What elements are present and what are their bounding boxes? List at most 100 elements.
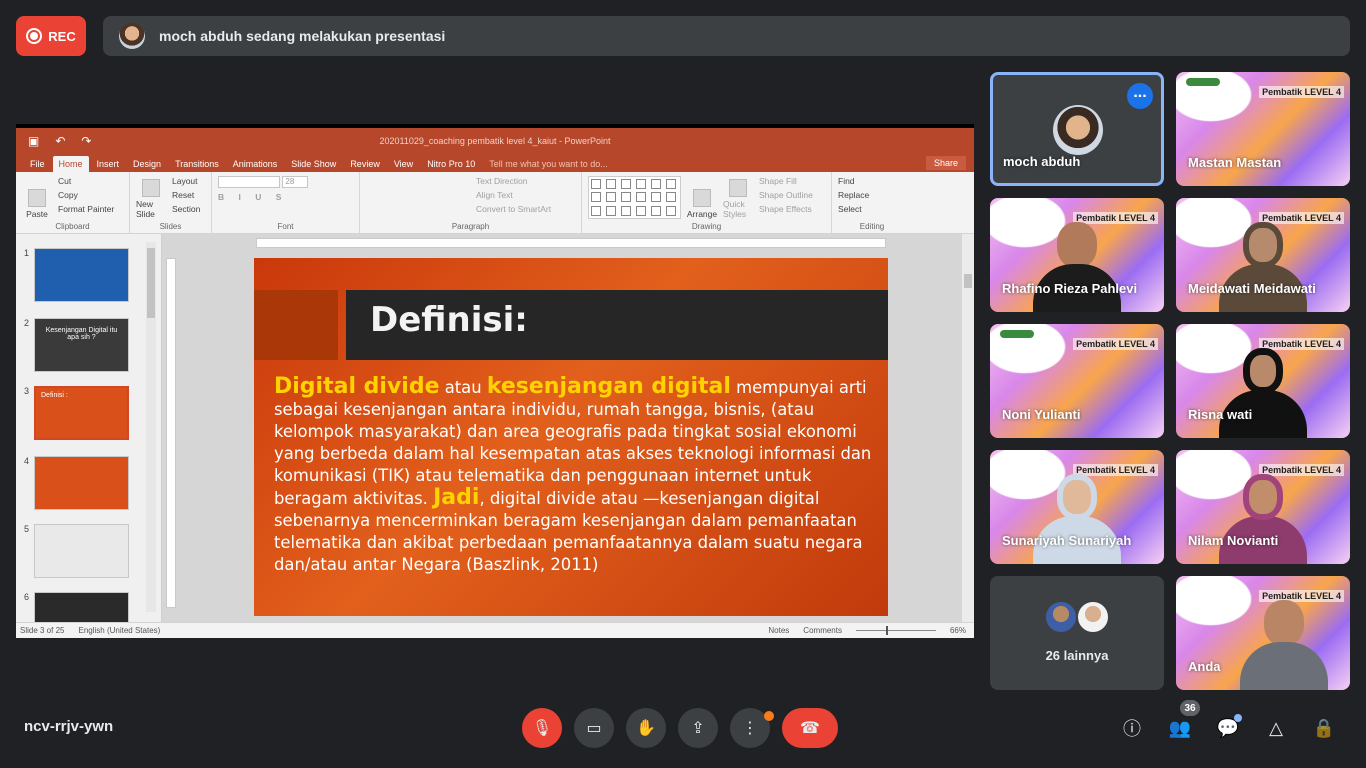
notification-dot (764, 711, 774, 721)
zoom-level: 66% (949, 626, 966, 635)
slide-thumb-3: 3 Definisi : (20, 386, 140, 442)
font-group: 28 B I U S Font (212, 172, 360, 233)
tile-mastan[interactable]: Pembatik LEVEL 4 Mastan Mastan (1176, 72, 1350, 186)
tile-meidawati[interactable]: Pembatik LEVEL 4 Meidawati Meidawati (1176, 198, 1350, 312)
section-label: Section (172, 204, 201, 214)
tab-design: Design (133, 159, 162, 169)
tab-animations: Animations (232, 159, 278, 169)
other-participant-avatar (1044, 600, 1078, 634)
participant-name: Risna wati (1188, 407, 1253, 422)
recording-indicator[interactable]: REC (16, 16, 86, 56)
tab-nitro: Nitro Pro 10 (427, 159, 476, 169)
current-slide: Definisi: Digital divide atau kesenjanga… (254, 258, 888, 616)
tile-self[interactable]: Pembatik LEVEL 4 Anda (1176, 576, 1350, 690)
tile-noni[interactable]: Pembatik LEVEL 4 Noni Yulianti (990, 324, 1164, 438)
slide-thumb-1: 1 (20, 248, 140, 304)
meeting-details-button[interactable]: ⓘ (1118, 714, 1146, 742)
editing-group-label: Editing (859, 222, 885, 231)
tab-home: Home (52, 156, 89, 172)
editing-group: Find Replace Select Editing (832, 172, 912, 233)
language-status: English (United States) (78, 626, 161, 635)
horizontal-ruler (256, 238, 886, 248)
tab-view: View (393, 159, 414, 169)
host-controls-button[interactable]: 🔒 (1310, 714, 1338, 742)
camera-icon: ▭ (586, 720, 602, 737)
record-icon (26, 28, 43, 44)
slides-group: New Slide Layout Reset Section Slides (130, 172, 212, 233)
tab-insert: Insert (96, 159, 120, 169)
participant-count-badge: 36 (1180, 700, 1200, 716)
participant-video (1236, 594, 1332, 690)
copy-label: Copy (58, 190, 78, 200)
banner-logo (1186, 78, 1220, 86)
tab-review: Review (350, 159, 380, 169)
tile-rhafino[interactable]: Pembatik LEVEL 4 Rhafino Rieza Pahlevi (990, 198, 1164, 312)
chat-unread-dot (1234, 714, 1242, 722)
participant-video (1215, 468, 1311, 564)
more-options-icon[interactable]: ... (1127, 83, 1153, 109)
activities-icon: △ (1269, 717, 1283, 738)
present-now-button[interactable]: ⇪ (678, 708, 718, 748)
tile-moch-abduh[interactable]: ... moch abduh (990, 72, 1164, 186)
slide-body: Digital divide atau kesenjangan digital … (274, 374, 872, 575)
banner-text: Pembatik LEVEL 4 (1073, 338, 1158, 350)
raise-hand-button[interactable]: ✋ (626, 708, 666, 748)
align-text-label: Align Text (476, 190, 513, 200)
replace-label: Replace (838, 190, 870, 200)
slide-thumb-2: 2 Kesenjangan Digital itu apa sih ? (20, 318, 140, 374)
paragraph-group-label: Paragraph (451, 222, 490, 231)
new-slide-icon (142, 179, 160, 197)
slide-count: Slide 3 of 25 (20, 626, 65, 635)
font-size-box: 28 (282, 176, 309, 188)
tile-others[interactable]: 26 lainnya (990, 576, 1164, 690)
slide-thumbnails: 1 2 Kesenjangan Digital itu apa sih ? 3 … (16, 234, 162, 622)
banner-logo (1000, 330, 1034, 338)
tab-file: File (30, 159, 45, 169)
font-format-buttons: B I U S (218, 192, 288, 202)
comments-label: Comments (803, 626, 842, 635)
activities-button[interactable]: △ (1262, 714, 1290, 742)
leave-call-button[interactable]: ☎ (782, 708, 838, 748)
mic-toggle-button[interactable]: 🎙 (522, 708, 562, 748)
ppt-ribbon: Paste Cut Copy Format Painter Clipboard … (16, 172, 974, 234)
tile-nilam[interactable]: Pembatik LEVEL 4 Nilam Novianti (1176, 450, 1350, 564)
tab-slideshow: Slide Show (291, 159, 337, 169)
shape-effects-label: Shape Effects (759, 204, 812, 214)
slides-group-label: Slides (159, 222, 182, 231)
vertical-ruler (166, 258, 176, 608)
ppt-titlebar: ▣ ↶ ↷ 202011029_coaching pembatik level … (16, 124, 974, 154)
drawing-group: Arrange Quick Styles Shape Fill Shape Ou… (582, 172, 832, 233)
paste-icon (28, 189, 46, 207)
participant-video (1215, 216, 1311, 312)
present-icon: ⇪ (691, 720, 705, 737)
text-direction-label: Text Direction (476, 176, 528, 186)
quick-styles-icon (729, 179, 747, 197)
participant-name: Rhafino Rieza Pahlevi (1002, 281, 1138, 296)
font-group-label: Font (277, 222, 294, 231)
arrange-label: Arrange (686, 209, 718, 219)
participant-video (1029, 216, 1125, 312)
meeting-code: ncv-rrjv-ywn (24, 718, 114, 735)
arrange-icon (693, 189, 711, 207)
slide-title: Definisi: (370, 300, 528, 340)
participant-name: Mastan Mastan (1188, 155, 1282, 170)
slide-thumb-5: 5 (20, 524, 140, 580)
paste-label: Paste (26, 209, 48, 219)
shapes-gallery (588, 176, 681, 219)
tab-transitions: Transitions (175, 159, 219, 169)
slide-editor: Definisi: Digital divide atau kesenjanga… (162, 234, 974, 622)
select-label: Select (838, 204, 862, 214)
thumbnail-scrollbar (146, 242, 156, 612)
camera-toggle-button[interactable]: ▭ (574, 708, 614, 748)
find-label: Find (838, 176, 855, 186)
participant-name: Noni Yulianti (1002, 407, 1081, 422)
tile-risna[interactable]: Pembatik LEVEL 4 Risna wati (1176, 324, 1350, 438)
presenter-avatar (119, 23, 145, 49)
ppt-statusbar: Slide 3 of 25 English (United States) No… (16, 622, 974, 638)
participant-name: Anda (1188, 659, 1221, 674)
notes-label: Notes (768, 626, 790, 635)
participant-name: Meidawati Meidawati (1188, 281, 1316, 296)
tile-sunariyah[interactable]: Pembatik LEVEL 4 Sunariyah Sunariyah (990, 450, 1164, 564)
paragraph-group: Text Direction Align Text Convert to Sma… (360, 172, 582, 233)
people-button[interactable]: 👥 (1166, 714, 1194, 742)
